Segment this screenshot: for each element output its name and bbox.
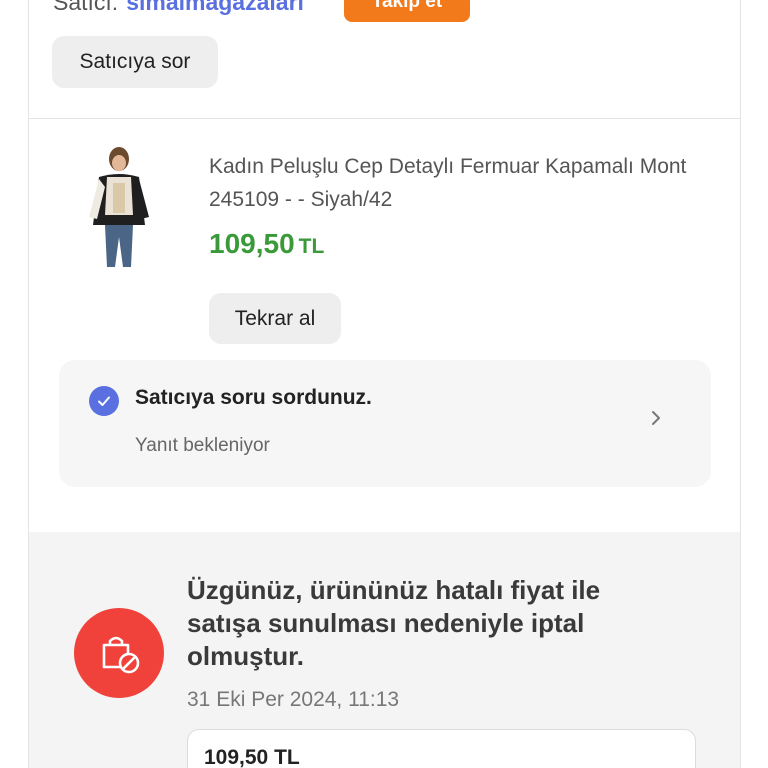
divider xyxy=(29,118,740,119)
question-status-card[interactable]: Satıcıya soru sordunuz. Yanıt bekleniyor xyxy=(59,360,711,487)
check-circle-icon xyxy=(89,386,119,416)
seller-label: Satıcı: xyxy=(53,0,119,15)
product-image[interactable] xyxy=(77,145,159,269)
cancellation-section: Üzgünüz, ürününüz hatalı fiyat ile satış… xyxy=(29,532,740,768)
order-detail-panel: Satıcı: simalmagazalari Takip et Satıcıy… xyxy=(28,0,741,768)
price-currency: TL xyxy=(298,235,325,258)
ask-seller-button[interactable]: Satıcıya sor xyxy=(52,36,218,88)
refund-amount: 109,50 TL xyxy=(204,746,300,768)
follow-button[interactable]: Takip et xyxy=(344,0,470,22)
product-title-link[interactable]: Kadın Peluşlu Cep Detaylı Fermuar Kapama… xyxy=(209,150,719,216)
seller-name-link[interactable]: simalmagazalari xyxy=(126,0,304,16)
question-status-text: Yanıt bekleniyor xyxy=(135,435,270,456)
cancellation-message: Üzgünüz, ürününüz hatalı fiyat ile satış… xyxy=(187,575,601,671)
price-amount: 109,50 xyxy=(209,228,295,259)
seller-row: Satıcı: simalmagazalari xyxy=(53,0,304,22)
rebuy-button[interactable]: Tekrar al xyxy=(209,293,341,344)
refund-card[interactable]: 109,50 TL xyxy=(187,729,696,768)
cancellation-date: 31 Eki Per 2024, 11:13 xyxy=(187,688,400,711)
product-price: 109,50 TL xyxy=(209,228,324,260)
question-title: Satıcıya soru sordunuz. xyxy=(135,386,372,409)
chevron-right-icon xyxy=(647,406,665,430)
cancelled-bag-icon xyxy=(74,608,164,698)
